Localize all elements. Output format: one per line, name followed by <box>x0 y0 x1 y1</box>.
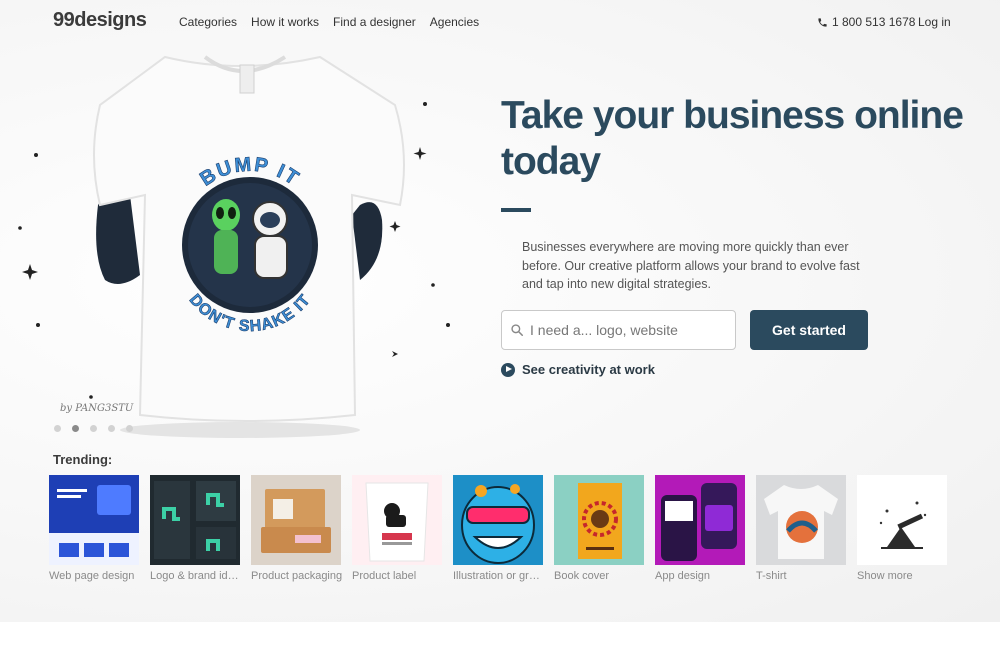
trending-card-label: Product packaging <box>251 570 343 582</box>
web-page-thumb <box>49 475 139 565</box>
play-icon <box>501 362 515 377</box>
nav-how-it-works[interactable]: How it works <box>251 15 319 29</box>
headline-accent-bar <box>501 208 531 212</box>
hero-showcase: BUMP IT DON'T SHAKE IT <box>0 45 470 440</box>
trending-card-book-cover[interactable]: Book cover <box>554 475 644 582</box>
phone-number: 1 800 513 1678 <box>832 15 916 29</box>
trending-card-packaging[interactable]: Product packaging <box>251 475 343 582</box>
trending-card-label: App design <box>655 570 711 582</box>
hero-description: Businesses everywhere are moving more qu… <box>522 240 860 291</box>
login-link[interactable]: Log in <box>918 15 951 29</box>
carousel-dot-active[interactable] <box>72 425 79 432</box>
trending-card-label: Web page design <box>49 570 135 582</box>
trending-list: Web page design Logo & brand identity <box>49 475 947 582</box>
phone-link[interactable]: 1 800 513 1678 <box>817 15 915 29</box>
search-icon <box>511 324 524 337</box>
trending-card-label: T-shirt <box>756 570 787 582</box>
phone-icon <box>818 17 827 27</box>
site-logo[interactable]: 99designs <box>53 9 147 32</box>
nav-agencies[interactable]: Agencies <box>430 15 479 29</box>
illustration-thumb <box>453 475 543 565</box>
see-creativity-label: See creativity at work <box>522 362 655 377</box>
main-nav: Categories How it works Find a designer … <box>179 15 479 29</box>
trending-title: Trending: <box>53 452 113 467</box>
carousel-dot[interactable] <box>108 425 115 432</box>
trending-card-web-page[interactable]: Web page design <box>49 475 139 582</box>
trending-card-label: Show more <box>857 570 913 582</box>
trending-card-label: Product label <box>352 570 417 582</box>
design-byline[interactable]: by PANG3STU <box>60 403 133 414</box>
trending-card-tshirt[interactable]: T-shirt <box>756 475 846 582</box>
logo-brand-thumb <box>150 475 240 565</box>
nav-categories[interactable]: Categories <box>179 15 237 29</box>
search-field[interactable] <box>501 310 736 350</box>
site-header: 99designs Categories How it works Find a… <box>0 0 1000 44</box>
search-input[interactable] <box>530 322 730 338</box>
trending-card-illustration[interactable]: Illustration or graphics <box>453 475 545 582</box>
tshirt-thumb <box>756 475 846 565</box>
trending-card-show-more[interactable]: Show more <box>857 475 947 582</box>
product-packaging-thumb <box>251 475 341 565</box>
carousel-dot[interactable] <box>54 425 61 432</box>
get-started-button[interactable]: Get started <box>750 310 868 350</box>
carousel-dots <box>54 425 133 432</box>
book-cover-thumb <box>554 475 644 565</box>
trending-card-label: Book cover <box>554 570 610 582</box>
see-creativity-link[interactable]: See creativity at work <box>501 362 655 377</box>
nav-find-designer[interactable]: Find a designer <box>333 15 416 29</box>
carousel-dot[interactable] <box>90 425 97 432</box>
trending-card-label: Illustration or graphics <box>453 570 545 582</box>
trending-card-logo[interactable]: Logo & brand identity <box>150 475 242 582</box>
show-more-thumb <box>857 475 947 565</box>
trending-card-label-design[interactable]: Product label <box>352 475 442 582</box>
tshirt-illustration: BUMP IT DON'T SHAKE IT <box>18 55 450 438</box>
page-bottom-band <box>0 622 1000 665</box>
trending-card-label: Logo & brand identity <box>150 570 242 582</box>
app-design-thumb <box>655 475 745 565</box>
hero-headline: Take your business online today <box>501 94 964 183</box>
trending-card-app-design[interactable]: App design <box>655 475 745 582</box>
carousel-dot[interactable] <box>126 425 133 432</box>
product-label-thumb <box>352 475 442 565</box>
